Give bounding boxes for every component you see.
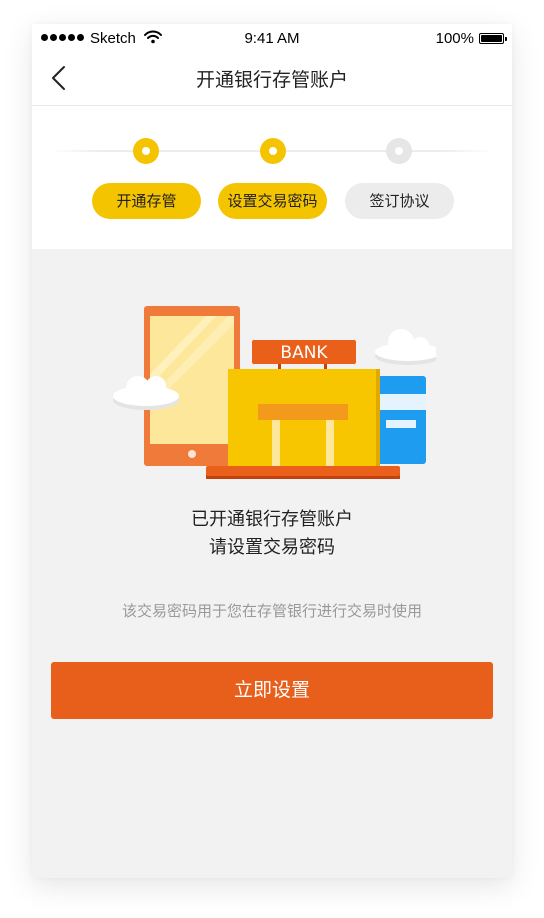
success-message-line-1: 已开通银行存管账户 bbox=[191, 509, 353, 530]
success-message: 已开通银行存管账户 请设置交易密码 bbox=[32, 506, 512, 562]
set-password-button[interactable]: 立即设置 bbox=[51, 662, 493, 719]
page-title: 开通银行存管账户 bbox=[195, 69, 348, 91]
hint-text: 该交易密码用于您在存管银行进行交易时使用 bbox=[121, 602, 422, 620]
step-3-dot bbox=[386, 138, 412, 164]
progress-steps: 开通存管 设置交易密码 签订协议 bbox=[32, 106, 512, 249]
step-1-label: 开通存管 bbox=[92, 183, 201, 219]
cloud-right bbox=[375, 329, 441, 365]
bank-illustration: BANK bbox=[106, 294, 441, 480]
battery-percentage: 100% bbox=[435, 30, 474, 47]
phone-screen: Sketch 9:41 AM 100% 开通银行存管账户 开通存管 设置交易密码… bbox=[32, 24, 512, 878]
battery-icon bbox=[479, 33, 507, 44]
success-message-line-2: 请设置交易密码 bbox=[209, 537, 335, 558]
step-3-label: 签订协议 bbox=[345, 183, 454, 219]
status-bar: Sketch 9:41 AM 100% bbox=[32, 24, 512, 52]
navigation-bar: 开通银行存管账户 bbox=[32, 52, 512, 106]
bank-sign-text: BANK bbox=[280, 343, 328, 363]
step-2-label: 设置交易密码 bbox=[218, 183, 327, 219]
step-1-dot bbox=[133, 138, 159, 164]
step-2-dot bbox=[260, 138, 286, 164]
